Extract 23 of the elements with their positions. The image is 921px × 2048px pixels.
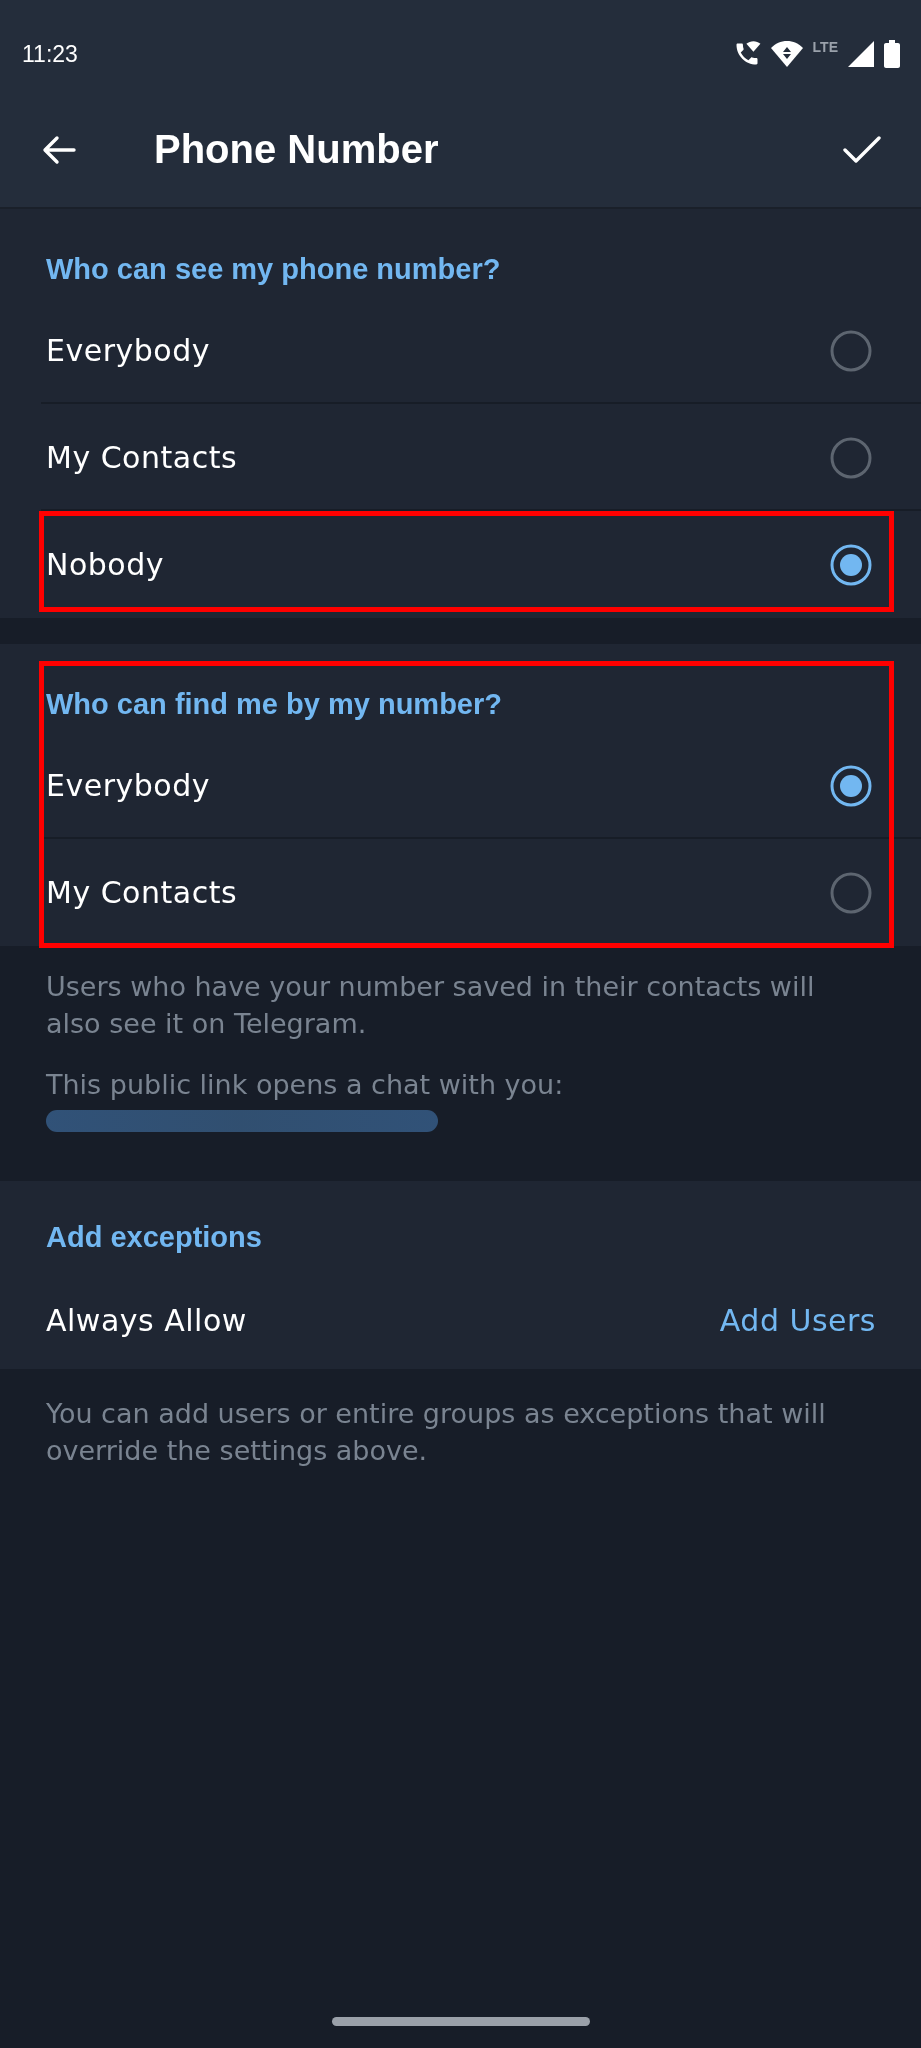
info-text: Users who have your number saved in their contacts will also see it on Telegram.: [46, 970, 816, 1041]
radio-option[interactable]: My Contacts: [0, 404, 921, 511]
radio-option[interactable]: My Contacts: [0, 839, 921, 946]
radio-option[interactable]: Nobody: [0, 511, 921, 618]
row-label: Always Allow: [46, 1302, 247, 1338]
wifi-data-icon: [770, 41, 803, 67]
radio-option[interactable]: Everybody: [0, 732, 921, 839]
save-button[interactable]: [843, 135, 881, 164]
section-header: Add exceptions: [45, 1220, 263, 1255]
screen-title: Phone Number: [154, 127, 440, 172]
footer-note: You can add users or entire groups as exceptions that will override the settings above.: [45, 1397, 827, 1468]
add-users-button[interactable]: Add Users: [719, 1302, 876, 1338]
back-arrow-icon: [42, 134, 76, 165]
radio-option[interactable]: Everybody: [0, 297, 921, 404]
status-time: 11:23: [22, 40, 78, 68]
battery-icon: [884, 40, 900, 68]
back-button[interactable]: [42, 134, 76, 165]
checkmark-icon: [843, 135, 881, 164]
network-type: LTE: [812, 40, 838, 54]
section-header: Who can find me by my number?: [45, 687, 503, 722]
info-text: This public link opens a chat with you:: [46, 1068, 565, 1102]
section-header: Who can see my phone number?: [45, 252, 502, 287]
signal-icon: [848, 41, 874, 67]
